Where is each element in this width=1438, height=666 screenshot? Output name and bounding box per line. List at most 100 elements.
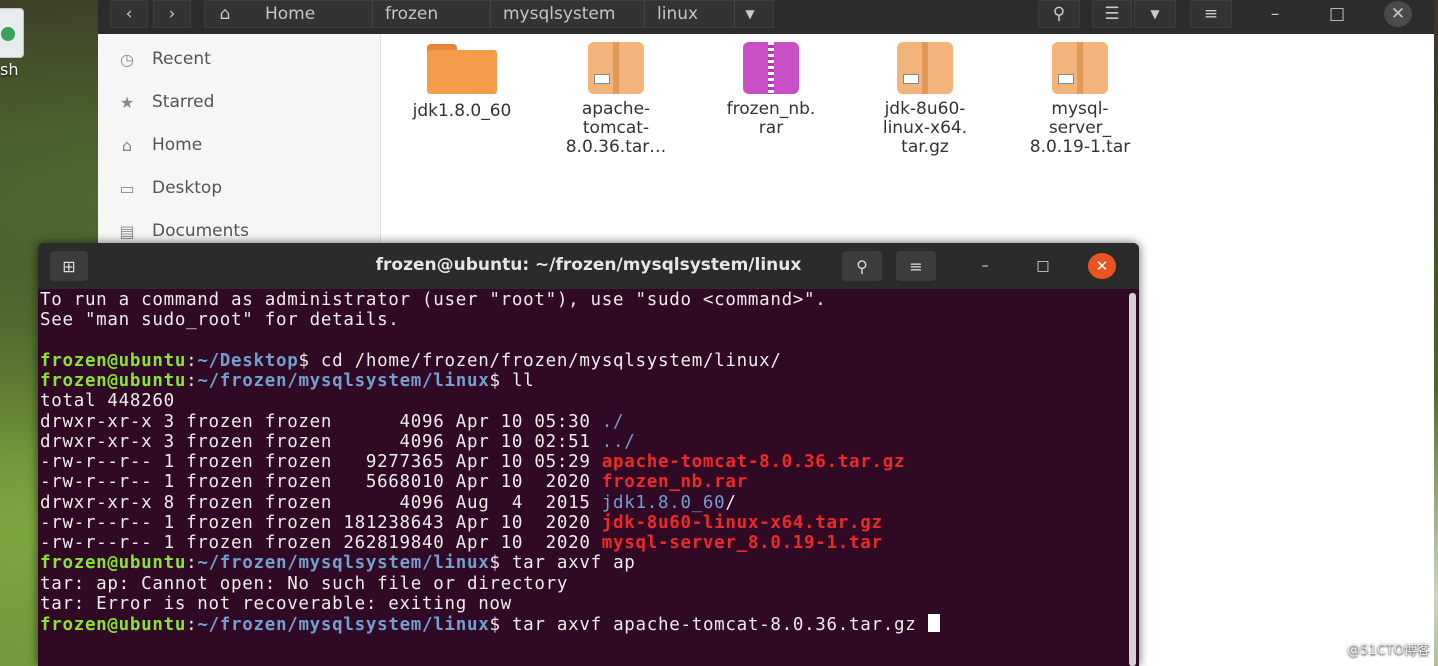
terminal-text: jdk-8u60-linux-x64.tar.gz [601, 512, 883, 533]
terminal-text: : [186, 371, 198, 391]
terminal-maximize-button[interactable]: □ [1034, 257, 1052, 275]
breadcrumb-home[interactable]: Home [253, 0, 373, 28]
file-item[interactable]: apache- tomcat- 8.0.36.tar… [556, 40, 676, 157]
minimize-icon: – [1270, 4, 1280, 24]
terminal-close-button[interactable]: ✕ [1088, 253, 1116, 279]
sidebar-item-label: Desktop [152, 178, 223, 198]
terminal-text: ~/frozen/mysqlsystem/linux [197, 615, 490, 635]
terminal-text: : [186, 615, 198, 635]
archive-icon [1052, 42, 1108, 94]
terminal-text: ./ [601, 411, 625, 432]
hamburger-icon: ≡ [909, 256, 923, 276]
minimize-button[interactable]: – [1256, 0, 1294, 28]
close-button[interactable]: ✕ [1384, 1, 1412, 27]
terminal-title: frozen@ubuntu: ~/frozen/mysqlsystem/linu… [375, 255, 802, 275]
trash-icon[interactable] [0, 8, 24, 58]
terminal-text: -rw-r--r-- 1 frozen frozen 181238643 Apr… [40, 512, 602, 533]
terminal-text: ~/frozen/mysqlsystem/linux [197, 371, 490, 391]
sidebar-item-documents[interactable]: ▤ Documents [116, 216, 249, 246]
close-icon: ✕ [1390, 4, 1406, 24]
file-item[interactable]: jdk-8u60- linux-x64. tar.gz [865, 40, 985, 157]
terminal-text: drwxr-xr-x 3 frozen frozen 4096 Apr 10 0… [40, 431, 602, 452]
menu-button[interactable]: ≡ [1190, 0, 1232, 28]
maximize-icon: □ [1328, 4, 1346, 24]
file-name: jdk1.8.0_60 [412, 101, 512, 121]
star-icon: ★ [119, 92, 135, 112]
terminal-text: $ tar axvf apache-tomcat-8.0.36.tar.gz [489, 615, 928, 635]
hamburger-icon: ≡ [1203, 4, 1219, 24]
folder-icon [427, 44, 497, 94]
list-view-icon: ☰ [1104, 4, 1120, 24]
terminal-minimize-button[interactable]: – [976, 257, 994, 275]
terminal-text: To run a command as administrator (user … [40, 290, 827, 310]
trash-label: sh [0, 60, 19, 79]
file-name: frozen_nb. rar [726, 99, 816, 138]
sidebar-item-starred[interactable]: ★ Starred [116, 87, 215, 117]
search-button[interactable]: ⚲ [1038, 0, 1080, 28]
list-view-button[interactable]: ☰ [1092, 0, 1132, 28]
terminal-line: drwxr-xr-x 8 frozen frozen 4096 Aug 4 20… [40, 493, 1125, 513]
breadcrumb-frozen[interactable]: frozen [373, 0, 491, 28]
terminal-text: $ cd /home/frozen/frozen/mysqlsystem/lin… [298, 350, 782, 371]
terminal-text: drwxr-xr-x 3 frozen frozen 4096 Apr 10 0… [40, 411, 602, 432]
maximize-icon: □ [1036, 258, 1050, 274]
breadcrumb: Home frozen mysqlsystem linux [245, 0, 735, 28]
chevron-left-icon: ‹ [125, 4, 133, 24]
terminal-text: $ tar axvf ap [489, 553, 636, 574]
view-options-button[interactable]: ▼ [1134, 0, 1176, 28]
home-icon[interactable]: ⌂ [205, 4, 245, 24]
terminal-text: frozen@ubuntu [40, 350, 187, 371]
back-button[interactable]: ‹ [110, 0, 148, 28]
chevron-right-icon: › [168, 4, 176, 24]
terminal-line: See "man sudo_root" for details. [40, 310, 1125, 330]
terminal-line: -rw-r--r-- 1 frozen frozen 181238643 Apr… [40, 513, 1125, 533]
archive-icon [743, 42, 799, 94]
sidebar-item-home[interactable]: ⌂ Home [116, 130, 202, 160]
terminal-line: frozen@ubuntu:~/frozen/mysqlsystem/linux… [40, 371, 1125, 391]
search-icon: ⚲ [1052, 4, 1066, 24]
chevron-down-icon: ▼ [1150, 7, 1160, 21]
terminal-line: -rw-r--r-- 1 frozen frozen 262819840 Apr… [40, 533, 1125, 553]
sidebar-item-desktop[interactable]: ▭ Desktop [116, 173, 222, 203]
terminal-line: To run a command as administrator (user … [40, 290, 1125, 310]
search-icon: ⚲ [856, 256, 868, 276]
close-icon: ✕ [1095, 257, 1109, 275]
file-item[interactable]: frozen_nb. rar [711, 40, 831, 138]
breadcrumb-linux[interactable]: linux [645, 0, 735, 28]
terminal-window: ⊞ frozen@ubuntu: ~/frozen/mysqlsystem/li… [38, 243, 1139, 666]
terminal-text: drwxr-xr-x 8 frozen frozen 4096 Aug 4 20… [40, 492, 602, 513]
terminal-text: ~/frozen/mysqlsystem/linux [197, 553, 490, 574]
terminal-line: drwxr-xr-x 3 frozen frozen 4096 Apr 10 0… [40, 412, 1125, 432]
sidebar-item-label: Home [152, 135, 203, 155]
terminal-text: -rw-r--r-- 1 frozen frozen 9277365 Apr 1… [40, 452, 602, 472]
sidebar-item-label: Starred [152, 92, 215, 112]
archive-icon [897, 42, 953, 94]
text-cursor [927, 614, 940, 632]
terminal-text: -rw-r--r-- 1 frozen frozen 5668010 Apr 1… [40, 472, 602, 493]
documents-icon: ▤ [119, 221, 135, 241]
terminal-header: ⊞ frozen@ubuntu: ~/frozen/mysqlsystem/li… [38, 243, 1139, 289]
forward-button[interactable]: › [153, 0, 191, 28]
path-bar: ⌂ Home frozen mysqlsystem linux ▼ [204, 0, 774, 28]
terminal-line: tar: Error is not recoverable: exiting n… [40, 594, 1125, 614]
sidebar-item-recent[interactable]: ◷ Recent [116, 44, 211, 74]
file-name: jdk-8u60- linux-x64. tar.gz [882, 99, 968, 157]
breadcrumb-mysqlsystem[interactable]: mysqlsystem [491, 0, 645, 28]
terminal-text: -rw-r--r-- 1 frozen frozen 262819840 Apr… [40, 533, 602, 553]
terminal-text: / [725, 492, 737, 513]
terminal-menu-button[interactable]: ≡ [896, 251, 936, 281]
clock-icon: ◷ [120, 49, 134, 69]
file-item[interactable]: mysql- server_ 8.0.19-1.tar [1020, 40, 1140, 157]
terminal-output[interactable]: To run a command as administrator (user … [40, 290, 1125, 666]
terminal-text: tar: Error is not recoverable: exiting n… [40, 593, 512, 614]
terminal-scrollbar[interactable] [1129, 293, 1136, 666]
terminal-text: tar: ap: Cannot open: No such file or di… [40, 573, 569, 594]
terminal-text: total 448260 [40, 391, 175, 412]
terminal-search-button[interactable]: ⚲ [842, 251, 882, 281]
terminal-text: : [186, 553, 198, 574]
sidebar-item-label: Recent [152, 49, 211, 69]
maximize-button[interactable]: □ [1318, 0, 1356, 28]
terminal-text: frozen@ubuntu [40, 615, 187, 635]
terminal-text: ../ [601, 431, 636, 452]
file-item[interactable]: jdk1.8.0_60 [402, 40, 522, 121]
